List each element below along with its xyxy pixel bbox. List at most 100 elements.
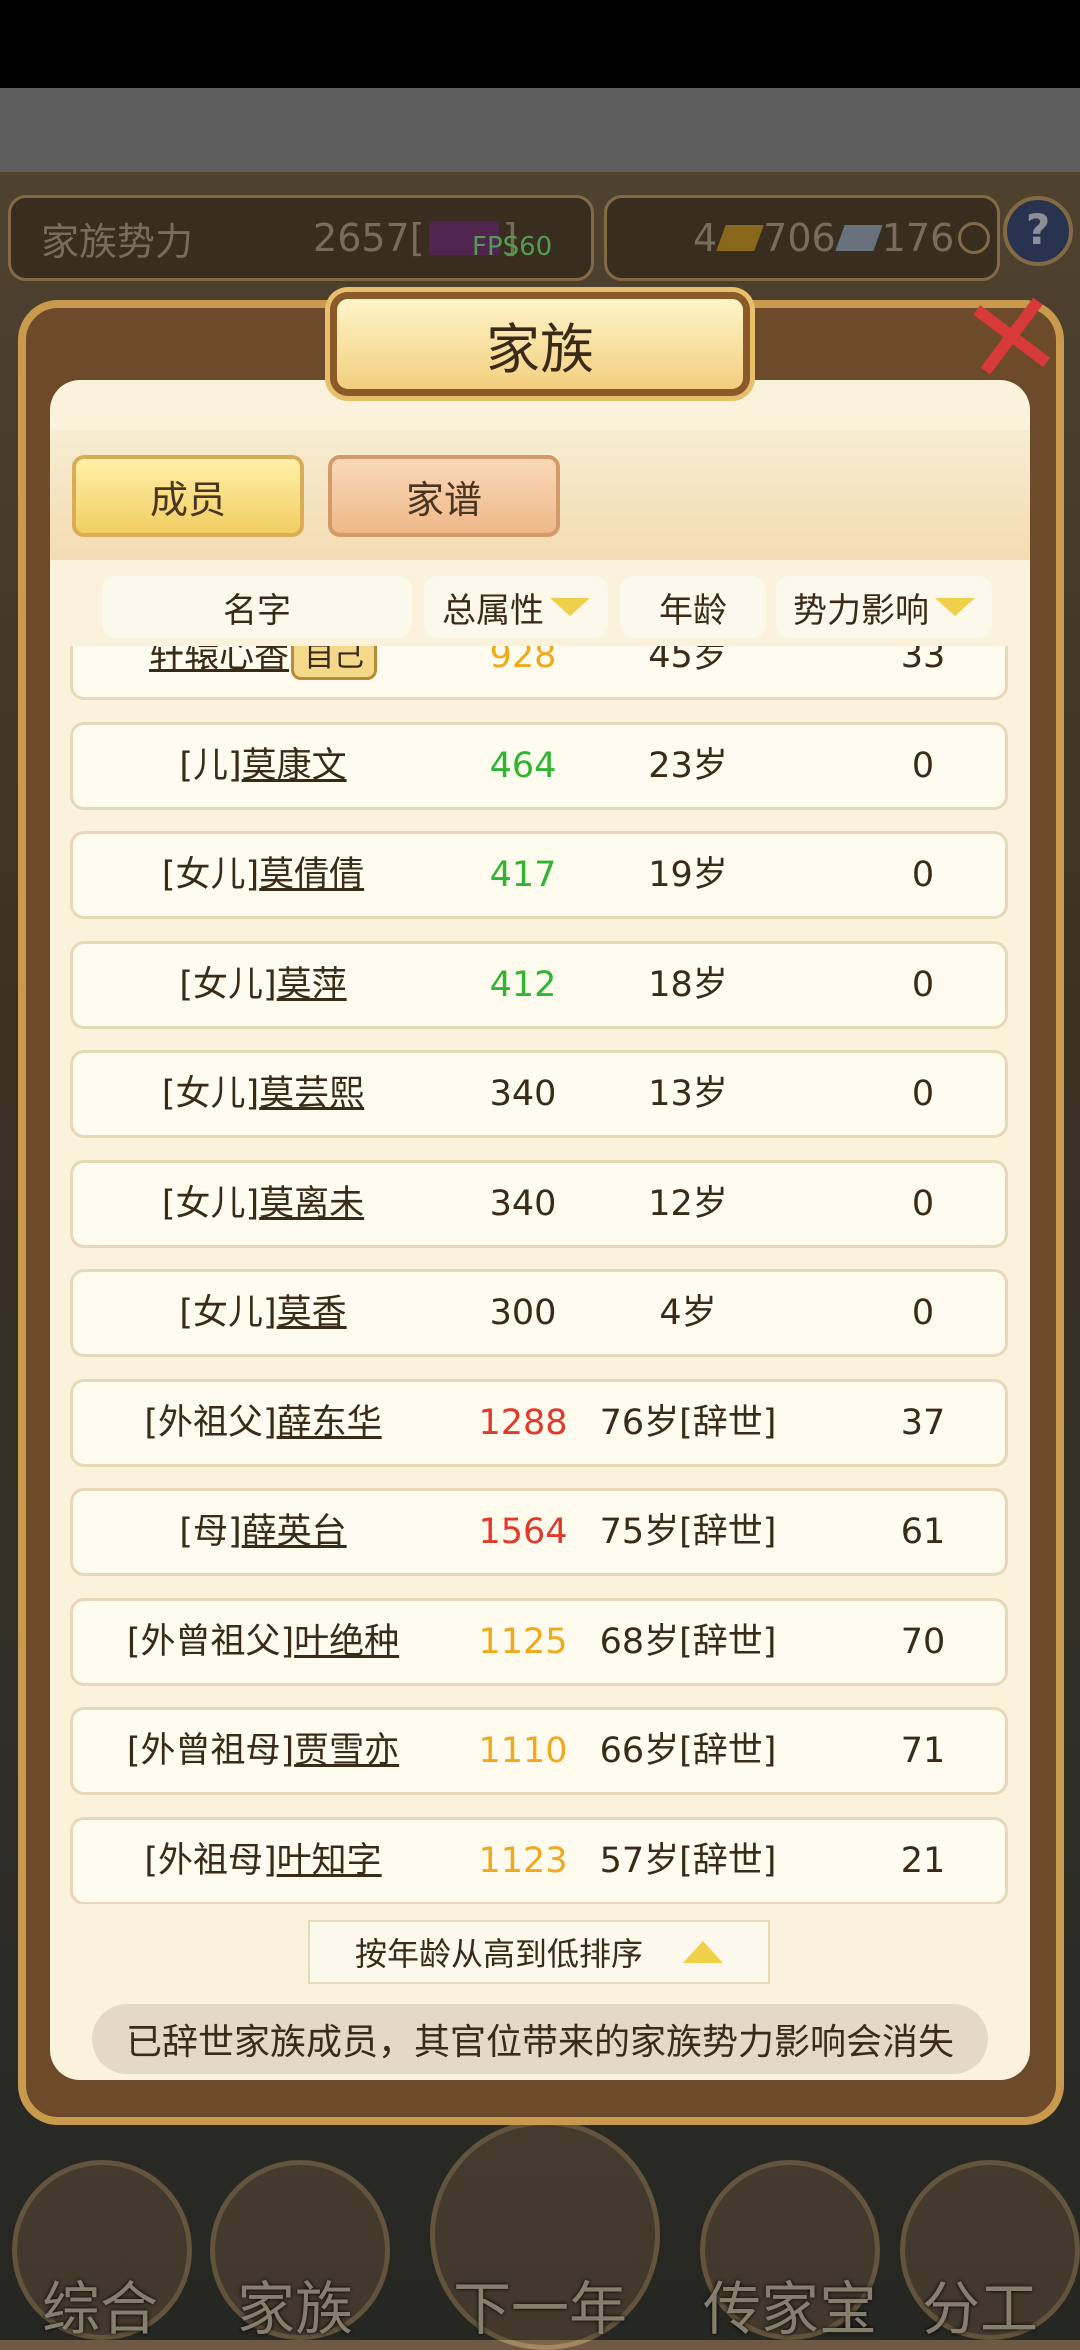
member-name-cell: [外曾祖父]叶绝种	[73, 1601, 453, 1683]
member-row[interactable]: [女儿]莫离未 340 12岁 0	[70, 1160, 1008, 1248]
member-influence: 71	[900, 1731, 946, 1771]
member-age: 23岁	[648, 746, 728, 786]
member-row[interactable]: [外祖母]叶知字 1123 57岁[辞世] 21	[70, 1817, 1008, 1904]
member-name-cell: [外祖母]叶知字	[73, 1820, 453, 1902]
member-row[interactable]: [外曾祖母]贾雪亦 1110 66岁[辞世] 71	[70, 1707, 1008, 1795]
sort-label: 按年龄从高到低排序	[354, 1935, 643, 1973]
close-icon[interactable]: ✕	[953, 264, 1072, 416]
member-relation: [女儿]	[161, 1184, 260, 1224]
member-age: 68岁[辞世]	[599, 1622, 777, 1662]
column-header-age: 年龄	[620, 576, 766, 638]
member-age: 18岁	[648, 965, 728, 1005]
member-relation: [儿]	[179, 746, 242, 786]
member-age: 57岁[辞世]	[599, 1841, 777, 1881]
member-total-attributes: 1564	[478, 1512, 568, 1552]
member-row[interactable]: [母]薛英台 1564 75岁[辞世] 61	[70, 1488, 1008, 1576]
column-header-influence[interactable]: 势力影响	[776, 576, 992, 638]
member-influence: 21	[900, 1841, 946, 1881]
column-header-attributes-label: 总属性	[442, 590, 544, 631]
member-name-link[interactable]: 叶绝种	[294, 1622, 399, 1662]
member-total-attributes: 340	[489, 1184, 557, 1224]
member-age: 4岁	[659, 1293, 717, 1333]
member-name-link[interactable]: 莫离未	[259, 1184, 364, 1224]
member-row[interactable]: [女儿]莫香 300 4岁 0	[70, 1269, 1008, 1357]
member-influence: 0	[911, 1074, 935, 1114]
member-list[interactable]: 轩辕心香 自己 928 45岁 33 [儿]莫康文 464 23岁 0 [女儿]莫倩倩 417 19岁…	[50, 646, 1030, 1904]
member-age: 12岁	[648, 1184, 728, 1224]
member-relation: [女儿]	[179, 1293, 277, 1333]
sort-up-icon	[683, 1941, 723, 1963]
member-age: 19岁	[648, 855, 728, 895]
member-name-link[interactable]: 莫倩倩	[259, 855, 364, 895]
member-age: 13岁	[648, 1074, 728, 1114]
member-name-cell: [女儿]莫芸熙	[73, 1053, 453, 1135]
member-name-cell: [儿]莫康文	[73, 725, 453, 807]
member-name-cell: [女儿]莫香	[73, 1272, 453, 1354]
sort-down-icon	[935, 598, 975, 616]
member-influence: 70	[900, 1622, 946, 1662]
member-total-attributes: 340	[489, 1074, 557, 1114]
member-influence: 0	[911, 1293, 935, 1333]
tab-family-tree[interactable]: 家谱	[328, 455, 560, 537]
column-header-name-label: 名字	[223, 590, 291, 631]
column-header-influence-label: 势力影响	[793, 590, 929, 631]
member-name-cell: [女儿]莫萍	[73, 944, 453, 1026]
member-influence: 33	[900, 646, 946, 676]
member-name-cell: [外祖父]薛东华	[73, 1382, 453, 1464]
member-influence: 0	[911, 746, 935, 786]
member-influence: 0	[911, 1184, 935, 1224]
status-bar	[0, 0, 1080, 88]
member-name-link[interactable]: 轩辕心香	[149, 646, 289, 676]
member-total-attributes: 464	[489, 746, 557, 786]
member-total-attributes: 417	[489, 855, 557, 895]
member-age: 76岁[辞世]	[599, 1403, 777, 1443]
member-row[interactable]: [女儿]莫萍 412 18岁 0	[70, 941, 1008, 1029]
member-row[interactable]: [女儿]莫芸熙 340 13岁 0	[70, 1050, 1008, 1138]
member-age: 66岁[辞世]	[599, 1731, 777, 1771]
member-total-attributes: 928	[489, 646, 557, 676]
member-total-attributes: 412	[489, 965, 557, 1005]
member-total-attributes: 1288	[478, 1403, 568, 1443]
member-name-link[interactable]: 薛英台	[242, 1512, 347, 1552]
member-name-link[interactable]: 莫康文	[242, 746, 347, 786]
member-row[interactable]: [女儿]莫倩倩 417 19岁 0	[70, 831, 1008, 919]
member-name-link[interactable]: 贾雪亦	[294, 1731, 399, 1771]
column-header-name: 名字	[102, 576, 412, 638]
member-row[interactable]: [外祖父]薛东华 1288 76岁[辞世] 37	[70, 1379, 1008, 1467]
member-relation: [外曾祖父]	[126, 1622, 295, 1662]
tab-members[interactable]: 成员	[72, 455, 304, 537]
member-name-link[interactable]: 莫香	[277, 1293, 347, 1333]
member-name-cell: [女儿]莫倩倩	[73, 834, 453, 916]
top-bar	[0, 88, 1080, 172]
member-name-cell: [母]薛英台	[73, 1491, 453, 1573]
member-influence: 0	[911, 855, 935, 895]
member-relation: [外祖父]	[144, 1403, 277, 1443]
member-age: 75岁[辞世]	[599, 1512, 777, 1552]
column-header-attributes[interactable]: 总属性	[424, 576, 608, 638]
notice-banner: 已辞世家族成员，其官位带来的家族势力影响会消失	[92, 2004, 988, 2074]
sort-toggle-button[interactable]: 按年龄从高到低排序	[308, 1920, 770, 1984]
member-relation: [女儿]	[179, 965, 277, 1005]
sort-down-icon	[550, 598, 590, 616]
member-name-link[interactable]: 莫芸熙	[259, 1074, 364, 1114]
member-name-cell: [外曾祖母]贾雪亦	[73, 1710, 453, 1792]
member-relation: [女儿]	[161, 1074, 260, 1114]
member-row[interactable]: [外曾祖父]叶绝种 1125 68岁[辞世] 70	[70, 1598, 1008, 1686]
member-total-attributes: 1125	[478, 1622, 568, 1662]
member-relation: [外曾祖母]	[126, 1731, 295, 1771]
dialog-title: 家族	[330, 292, 750, 396]
column-header-age-label: 年龄	[659, 590, 727, 631]
self-badge: 自己	[291, 646, 377, 680]
member-name-link[interactable]: 薛东华	[277, 1403, 382, 1443]
member-total-attributes: 300	[489, 1293, 557, 1333]
member-relation: [外祖母]	[144, 1841, 277, 1881]
member-row[interactable]: 轩辕心香 自己 928 45岁 33	[70, 646, 1008, 700]
member-age: 45岁	[648, 646, 728, 676]
member-influence: 0	[911, 965, 935, 1005]
member-name-link[interactable]: 莫萍	[277, 965, 347, 1005]
member-relation: [母]	[179, 1512, 242, 1552]
member-name-link[interactable]: 叶知字	[277, 1841, 382, 1881]
member-relation: [女儿]	[161, 855, 260, 895]
member-row[interactable]: [儿]莫康文 464 23岁 0	[70, 722, 1008, 810]
member-name-cell: 轩辕心香 自己	[73, 646, 453, 697]
